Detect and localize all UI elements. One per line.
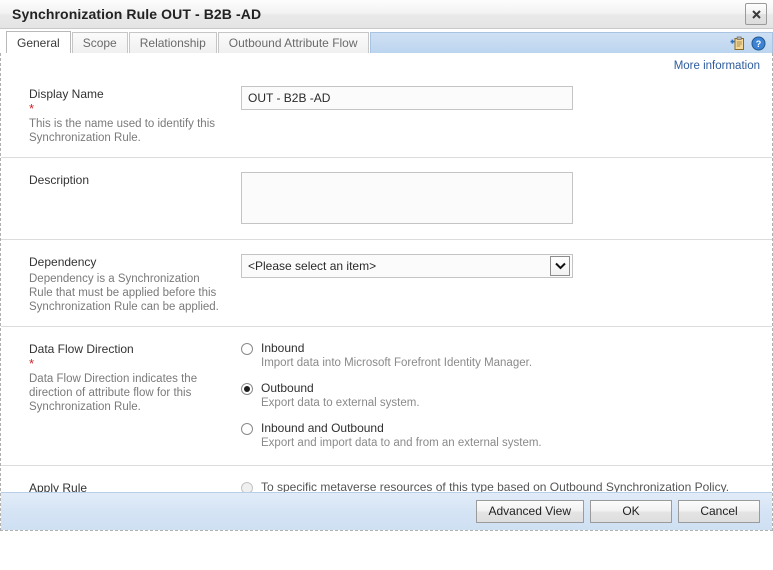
cancel-button[interactable]: Cancel — [678, 500, 760, 523]
radio-outbound[interactable] — [241, 383, 253, 395]
tab-relationship[interactable]: Relationship — [128, 32, 217, 53]
dependency-label: Dependency — [29, 255, 97, 269]
radio-inbound-and-outbound[interactable] — [241, 423, 253, 435]
radio-inbound-and-outbound-label: Inbound and Outbound — [261, 421, 384, 435]
more-information-link[interactable]: More information — [674, 60, 760, 72]
data-flow-direction-required-marker: * — [29, 356, 35, 371]
svg-text:?: ? — [756, 39, 762, 49]
dependency-select[interactable]: <Please select an item> — [241, 254, 573, 278]
description-label: Description — [29, 173, 90, 187]
description-input[interactable] — [241, 172, 573, 224]
dependency-help: Dependency is a Synchronization Rule tha… — [29, 273, 219, 313]
data-flow-direction-left: Data Flow Direction * Data Flow Directio… — [29, 327, 241, 465]
tab-bar-filler: ? — [369, 32, 773, 53]
description-right — [241, 158, 750, 239]
radio-outbound-desc: Export data to external system. — [261, 397, 420, 409]
display-name-left: Display Name * This is the name used to … — [29, 72, 241, 157]
radio-inbound[interactable] — [241, 343, 253, 355]
window-title: Synchronization Rule OUT - B2B -AD — [12, 6, 262, 22]
data-flow-direction-right: Inbound Import data into Microsoft Foref… — [241, 327, 750, 465]
dependency-right: <Please select an item> — [241, 240, 750, 326]
chevron-down-glyph — [554, 262, 566, 270]
help-glyph: ? — [751, 36, 766, 50]
section-description: Description — [1, 157, 772, 239]
radio-inbound-texts: Inbound Import data into Microsoft Foref… — [261, 341, 532, 371]
close-glyph — [751, 9, 761, 19]
tab-scope[interactable]: Scope — [71, 32, 128, 53]
tab-general[interactable]: General — [6, 31, 71, 53]
radio-row-inbound[interactable]: Inbound Import data into Microsoft Foref… — [241, 341, 750, 371]
radio-inbound-desc: Import data into Microsoft Forefront Ide… — [261, 357, 533, 369]
section-display-name: Display Name * This is the name used to … — [1, 72, 772, 157]
dialog-footer: Advanced View OK Cancel — [1, 492, 772, 530]
display-name-right — [241, 72, 750, 157]
display-name-required-marker: * — [29, 101, 35, 116]
description-left: Description — [29, 158, 241, 239]
radio-row-outbound[interactable]: Outbound Export data to external system. — [241, 381, 750, 411]
tab-bar: General Scope Relationship Outbound Attr… — [0, 29, 773, 53]
radio-inbound-label: Inbound — [261, 341, 305, 355]
data-flow-direction-help: Data Flow Direction indicates the direct… — [29, 373, 198, 413]
display-name-help: This is the name used to identify this S… — [29, 118, 216, 144]
display-name-label: Display Name — [29, 87, 104, 101]
display-name-input[interactable] — [241, 86, 573, 110]
radio-inbound-and-outbound-desc: Export and import data to and from an ex… — [261, 437, 542, 449]
section-dependency: Dependency Dependency is a Synchronizati… — [1, 239, 772, 326]
radio-outbound-label: Outbound — [261, 381, 314, 395]
radio-inbound-and-outbound-texts: Inbound and Outbound Export and import d… — [261, 421, 542, 451]
dialog-window: Synchronization Rule OUT - B2B -AD Gener… — [0, 0, 773, 570]
section-data-flow-direction: Data Flow Direction * Data Flow Directio… — [1, 326, 772, 465]
clipboard-plus-icon[interactable] — [730, 36, 745, 51]
tab-outbound-attribute-flow[interactable]: Outbound Attribute Flow — [217, 32, 369, 53]
radio-row-inbound-and-outbound[interactable]: Inbound and Outbound Export and import d… — [241, 421, 750, 451]
dependency-selected-value: <Please select an item> — [248, 259, 377, 273]
chevron-down-icon[interactable] — [550, 256, 570, 276]
help-icon[interactable]: ? — [751, 36, 766, 51]
clipboard-plus-glyph — [730, 36, 744, 50]
ok-button[interactable]: OK — [590, 500, 672, 523]
dependency-left: Dependency Dependency is a Synchronizati… — [29, 240, 241, 326]
advanced-view-button[interactable]: Advanced View — [475, 500, 584, 523]
title-bar: Synchronization Rule OUT - B2B -AD — [0, 0, 773, 29]
data-flow-direction-label: Data Flow Direction — [29, 342, 134, 356]
radio-outbound-texts: Outbound Export data to external system. — [261, 381, 420, 411]
close-icon[interactable] — [745, 3, 767, 25]
dialog-content: More information Display Name * This is … — [0, 53, 773, 531]
more-information-row: More information — [1, 53, 772, 72]
